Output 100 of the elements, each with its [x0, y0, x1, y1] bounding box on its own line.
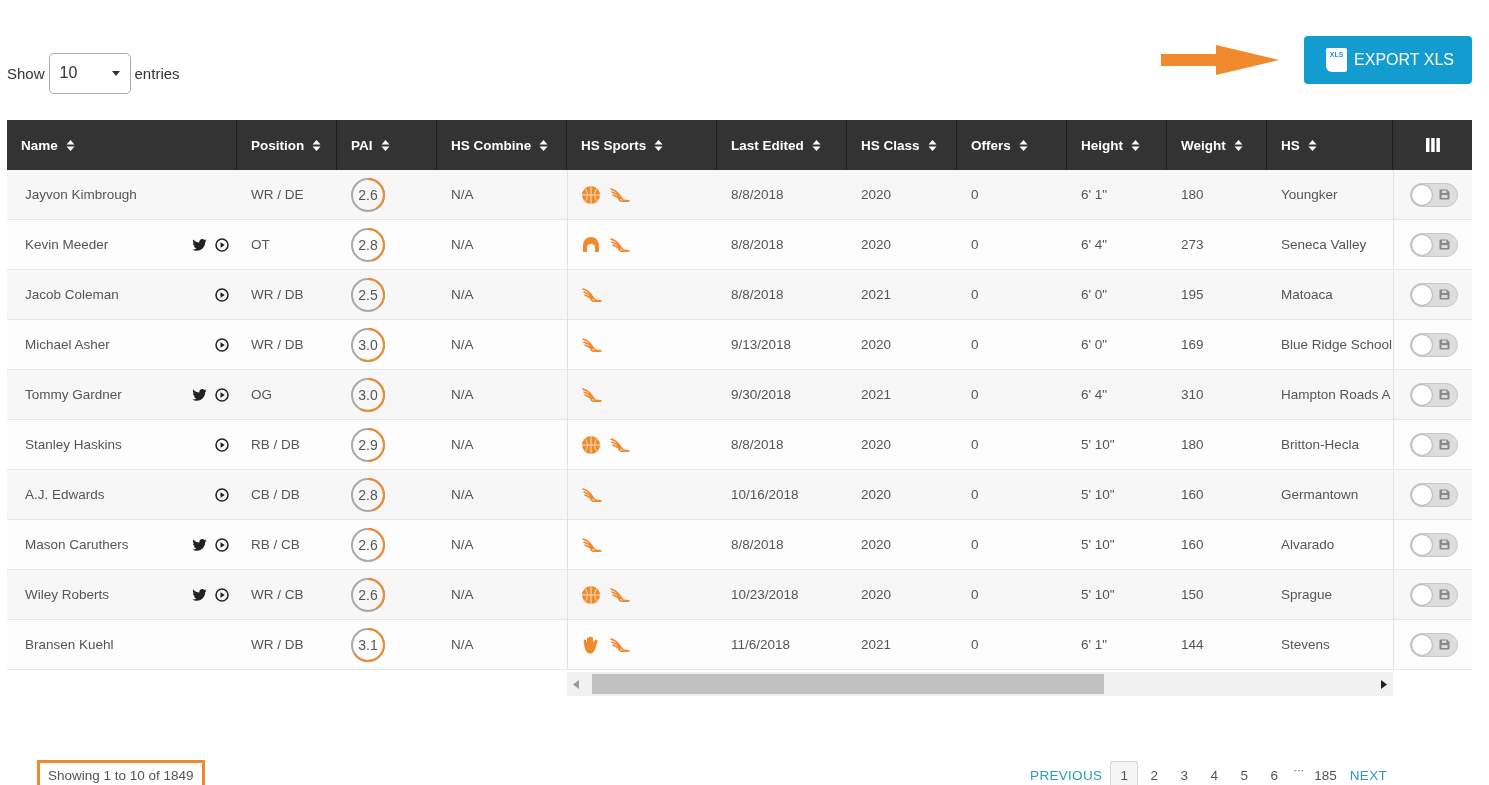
entries-info: Showing 1 to 10 of 1849 — [48, 768, 194, 783]
player-name[interactable]: Kevin Meeder — [25, 237, 109, 252]
table-cell: 180 — [1167, 170, 1267, 220]
player-name[interactable]: Jacob Coleman — [25, 287, 119, 302]
caret-icon — [111, 70, 120, 76]
column-header[interactable]: HS Combine — [437, 120, 567, 170]
page-button[interactable]: 4 — [1200, 761, 1229, 785]
save-icon — [1439, 489, 1450, 500]
table-cell: 2020 — [847, 570, 957, 620]
save-toggle[interactable] — [1410, 632, 1458, 657]
page-button[interactable]: 1 — [1110, 761, 1139, 785]
player-name[interactable]: Wiley Roberts — [25, 587, 110, 602]
sort-icon — [654, 138, 664, 152]
column-header[interactable]: Offers — [957, 120, 1067, 170]
winged-shoe-icon — [610, 637, 630, 652]
pai-ring — [351, 577, 385, 612]
save-icon — [1439, 189, 1450, 200]
column-header[interactable]: Last Edited — [717, 120, 847, 170]
play-icon[interactable] — [215, 587, 229, 602]
table-cell: 9/30/2018 — [717, 370, 847, 420]
table-cell: 0 — [957, 570, 1067, 620]
play-icon[interactable] — [215, 437, 229, 452]
save-toggle[interactable] — [1410, 532, 1458, 557]
column-header[interactable]: Weight — [1167, 120, 1267, 170]
column-header[interactable]: HS Class — [847, 120, 957, 170]
play-icon[interactable] — [215, 337, 229, 352]
pai-score: 2.8 — [358, 486, 378, 503]
table-cell: 8/8/2018 — [717, 270, 847, 320]
sort-icon — [312, 138, 322, 152]
twitter-icon[interactable] — [192, 538, 207, 551]
save-toggle[interactable] — [1410, 282, 1458, 307]
column-header[interactable]: Height — [1067, 120, 1167, 170]
twitter-icon[interactable] — [192, 588, 207, 601]
page-button[interactable]: 185 — [1309, 761, 1342, 785]
pai-ring — [351, 427, 385, 462]
entries-select[interactable]: 10 — [48, 52, 131, 94]
winged-shoe-icon — [582, 337, 602, 352]
page-button[interactable]: 3 — [1170, 761, 1199, 785]
winged-shoe-icon — [582, 387, 602, 402]
page-button[interactable]: 6 — [1260, 761, 1289, 785]
winged-shoe-icon — [610, 187, 630, 202]
basketball-icon — [582, 435, 600, 454]
table-cell: 150 — [1167, 570, 1267, 620]
winged-shoe-icon — [610, 587, 630, 602]
twitter-icon[interactable] — [192, 388, 207, 401]
columns-icon[interactable] — [1425, 138, 1440, 152]
sort-icon — [1018, 138, 1028, 152]
save-icon — [1439, 439, 1450, 450]
entries-label: entries — [134, 64, 180, 82]
save-toggle[interactable] — [1410, 182, 1458, 207]
play-icon[interactable] — [215, 537, 229, 552]
page-button[interactable]: 2 — [1140, 761, 1169, 785]
player-name[interactable]: Stanley Haskins — [25, 437, 122, 452]
save-toggle[interactable] — [1410, 232, 1458, 257]
save-toggle[interactable] — [1410, 582, 1458, 607]
player-name[interactable]: Tommy Gardner — [25, 387, 122, 402]
pai-ring — [351, 627, 385, 662]
pai-score: 3.0 — [358, 336, 378, 353]
pai-score: 3.1 — [358, 636, 378, 653]
page-button[interactable]: 5 — [1230, 761, 1259, 785]
save-toggle[interactable] — [1410, 332, 1458, 357]
column-header[interactable]: HS — [1267, 120, 1393, 170]
sort-icon — [1233, 138, 1243, 152]
horizontal-scrollbar[interactable] — [567, 672, 1393, 696]
table-cell: 6' 1" — [1067, 170, 1167, 220]
player-name[interactable]: Jayvon Kimbrough — [25, 187, 137, 202]
helmet-icon — [582, 235, 600, 254]
table-cell: 0 — [957, 270, 1067, 320]
save-toggle[interactable] — [1410, 432, 1458, 457]
play-icon[interactable] — [215, 237, 229, 252]
player-name[interactable]: Michael Asher — [25, 337, 110, 352]
play-icon[interactable] — [215, 487, 229, 502]
table-cell: N/A — [437, 470, 567, 520]
column-header[interactable]: HS Sports — [567, 120, 717, 170]
player-name[interactable]: Mason Caruthers — [25, 537, 129, 552]
table-cell: 0 — [957, 470, 1067, 520]
winged-shoe-icon — [610, 437, 630, 452]
table-cell: Matoaca — [1267, 270, 1393, 320]
table-cell: N/A — [437, 270, 567, 320]
save-toggle[interactable] — [1410, 382, 1458, 407]
table-cell: Sprague — [1267, 570, 1393, 620]
table-cell: N/A — [437, 570, 567, 620]
column-header[interactable]: PAI — [337, 120, 437, 170]
sort-icon — [1307, 138, 1317, 152]
pai-score: 2.8 — [358, 236, 378, 253]
column-header[interactable]: Position — [237, 120, 337, 170]
play-icon[interactable] — [215, 287, 229, 302]
play-icon[interactable] — [215, 387, 229, 402]
table-cell: Germantown — [1267, 470, 1393, 520]
column-header[interactable]: Name — [7, 120, 237, 170]
sort-icon — [1131, 138, 1140, 152]
table-cell: 10/16/2018 — [717, 470, 847, 520]
twitter-icon[interactable] — [192, 238, 207, 251]
scroll-right-icon[interactable] — [1381, 679, 1387, 689]
player-name[interactable]: Bransen Kuehl — [25, 637, 114, 652]
table-cell: 2020 — [847, 170, 957, 220]
save-icon — [1439, 289, 1450, 300]
player-name[interactable]: A.J. Edwards — [25, 487, 105, 502]
save-toggle[interactable] — [1410, 482, 1458, 507]
sort-icon — [927, 138, 937, 152]
